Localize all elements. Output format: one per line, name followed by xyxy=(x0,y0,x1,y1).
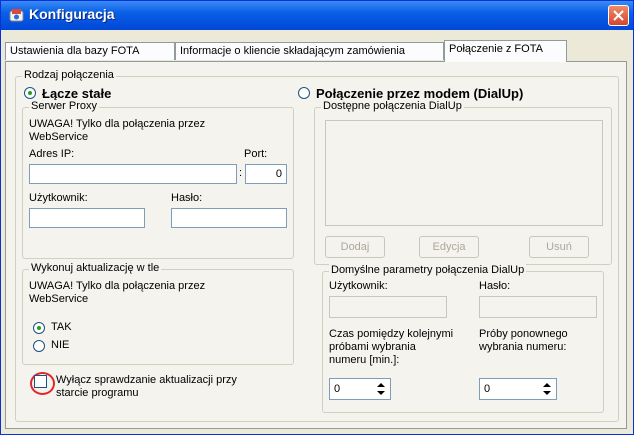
tab-panel: Rodzaj połączenia Łącze stałe Połączenie… xyxy=(5,61,627,429)
proxy-password-input[interactable] xyxy=(171,208,287,228)
retry-count-stepper[interactable]: 0 xyxy=(479,378,557,400)
tab-label: Informacje o kliencie składającym zamówi… xyxy=(180,45,405,57)
fixed-connection-label: Łącze stałe xyxy=(42,86,112,101)
retry-count-label-2: wybrania numeru: xyxy=(479,341,567,353)
proxy-user-input[interactable] xyxy=(29,208,145,228)
disable-startup-check-label-1: Wyłącz sprawdzanie aktualizacji przy xyxy=(56,374,237,386)
retry-interval-label-3: numeru [min.]: xyxy=(329,354,400,366)
connection-type-legend: Rodzaj połączenia xyxy=(22,69,116,81)
dialup-user-label: Użytkownik: xyxy=(329,280,388,292)
window-title: Konfiguracja xyxy=(29,6,115,22)
proxy-server-legend: Serwer Proxy xyxy=(29,100,100,112)
background-update-no-label: NIE xyxy=(51,339,70,351)
background-update-warning: UWAGA! Tylko dla połączenia przez WebSer… xyxy=(29,280,206,305)
close-icon xyxy=(613,10,624,21)
dialup-connection-label: Połączenie przez modem (DialUp) xyxy=(316,86,524,101)
proxy-user-label: Użytkownik: xyxy=(29,192,88,204)
dialup-connections-group: Dostępne połączenia DialUp Dodaj Edycja … xyxy=(314,100,612,265)
tab-label: Ustawienia dla bazy FOTA xyxy=(10,45,140,57)
port-input[interactable]: 0 xyxy=(245,164,287,184)
app-icon xyxy=(9,9,24,22)
dialup-defaults-group: Domyślne parametry połączenia DialUp Uży… xyxy=(322,264,604,413)
background-update-yes-label: TAK xyxy=(51,321,72,333)
tab-fota-database[interactable]: Ustawienia dla bazy FOTA xyxy=(5,42,175,60)
background-update-yes-radio[interactable] xyxy=(33,322,45,334)
dialup-defaults-legend: Domyślne parametry połączenia DialUp xyxy=(329,264,527,276)
title-bar[interactable]: Konfiguracja xyxy=(1,1,633,30)
radio-selected-dot xyxy=(28,91,32,95)
tab-label: Połączenie z FOTA xyxy=(449,43,543,55)
edit-connection-button[interactable]: Edycja xyxy=(419,236,479,258)
spin-arrows-icon[interactable] xyxy=(540,381,554,397)
dialup-password-input[interactable] xyxy=(479,296,597,318)
retry-interval-label-1: Czas pomiędzy kolejnymi xyxy=(329,328,454,340)
configuration-window: Konfiguracja Ustawienia dla bazy FOTA In… xyxy=(0,0,634,435)
retry-interval-stepper[interactable]: 0 xyxy=(329,378,391,400)
dialup-connection-radio[interactable] xyxy=(298,87,310,99)
dialup-connections-legend: Dostępne połączenia DialUp xyxy=(321,100,464,112)
retry-interval-value: 0 xyxy=(334,383,341,395)
retry-count-value: 0 xyxy=(484,383,491,395)
close-button[interactable] xyxy=(608,5,629,26)
ip-address-label: Adres IP: xyxy=(29,148,75,160)
background-update-group: Wykonuj aktualizację w tle UWAGA! Tylko … xyxy=(22,262,294,365)
dialup-password-label: Hasło: xyxy=(479,280,511,292)
port-value: 0 xyxy=(275,168,282,180)
disable-startup-check-checkbox[interactable] xyxy=(34,375,47,388)
proxy-password-label: Hasło: xyxy=(171,192,203,204)
tab-client-info[interactable]: Informacje o kliencie składającym zamówi… xyxy=(175,42,444,60)
radio-selected-dot xyxy=(37,326,41,330)
add-connection-button[interactable]: Dodaj xyxy=(325,236,385,258)
spin-arrows-icon[interactable] xyxy=(374,381,388,397)
port-separator: : xyxy=(239,167,243,179)
proxy-server-group: Serwer Proxy UWAGA! Tylko dla połączenia… xyxy=(22,100,294,259)
ip-address-input[interactable] xyxy=(29,164,237,184)
dialup-user-input[interactable] xyxy=(329,296,447,318)
background-update-no-radio[interactable] xyxy=(33,340,45,352)
delete-connection-button[interactable]: Usuń xyxy=(529,236,589,258)
retry-interval-label-2: próbami wybrania xyxy=(329,341,416,353)
proxy-warning: UWAGA! Tylko dla połączenia przez WebSer… xyxy=(29,118,206,143)
disable-startup-check-label-2: starcie programu xyxy=(56,387,139,399)
connection-type-group: Rodzaj połączenia Łącze stałe Połączenie… xyxy=(15,69,619,422)
port-label: Port: xyxy=(244,148,268,160)
retry-count-label-1: Próby ponownego xyxy=(479,328,568,340)
tab-fota-connection[interactable]: Połączenie z FOTA xyxy=(444,40,567,62)
fixed-connection-radio[interactable] xyxy=(24,87,36,99)
background-update-legend: Wykonuj aktualizację w tle xyxy=(29,262,162,274)
dialup-connections-list[interactable] xyxy=(325,120,603,226)
